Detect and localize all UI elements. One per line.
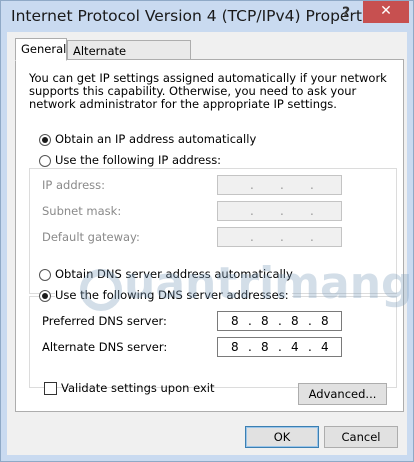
validate-label[interactable]: Validate settings upon exit xyxy=(61,381,214,395)
advanced-button[interactable]: Advanced... xyxy=(298,383,387,405)
alternate-dns-octet-4: 4 xyxy=(321,340,329,354)
ip-address-field[interactable]: . . . xyxy=(217,175,342,195)
help-icon[interactable]: ? xyxy=(332,3,360,23)
general-panel: You can get IP settings assigned automat… xyxy=(15,59,413,412)
ip-address-dot-2: . xyxy=(280,178,284,192)
gateway-dot-3: . xyxy=(310,230,314,244)
ok-button[interactable]: OK xyxy=(245,426,319,448)
alternate-dns-octet-2: 8 xyxy=(261,340,269,354)
alternate-dns-field[interactable]: 8 . 8 . 4 . 4 xyxy=(217,337,342,357)
alternate-dns-octet-3: 4 xyxy=(291,340,299,354)
subnet-dot-3: . xyxy=(310,204,314,218)
preferred-dns-label: Preferred DNS server: xyxy=(42,314,167,328)
close-icon[interactable]: ✕ xyxy=(363,1,409,23)
gateway-dot-1: . xyxy=(250,230,254,244)
dialog-client: General Alternate Configuration You can … xyxy=(7,32,413,455)
subnet-mask-label: Subnet mask: xyxy=(42,204,122,218)
tab-alternate-configuration[interactable]: Alternate Configuration xyxy=(67,40,191,78)
validate-checkbox[interactable] xyxy=(44,382,57,395)
cancel-button[interactable]: Cancel xyxy=(324,426,398,448)
ip-manual-label-text: Use the following IP address: xyxy=(55,153,222,167)
preferred-dns-octet-2: 8 xyxy=(261,314,269,328)
default-gateway-field[interactable]: . . . xyxy=(217,227,342,247)
subnet-dot-2: . xyxy=(280,204,284,218)
ip-address-dot-1: . xyxy=(250,178,254,192)
dns-manual-radio[interactable] xyxy=(39,290,51,302)
subnet-mask-field[interactable]: . . . xyxy=(217,201,342,221)
title-bar: Internet Protocol Version 4 (TCP/IPv4) P… xyxy=(1,1,413,33)
preferred-dns-field[interactable]: 8 . 8 . 8 . 8 xyxy=(217,311,342,331)
alternate-dns-label: Alternate DNS server: xyxy=(42,340,168,354)
description-text: You can get IP settings assigned automat… xyxy=(29,71,387,111)
dialog-window: Internet Protocol Version 4 (TCP/IPv4) P… xyxy=(0,0,414,462)
gateway-dot-2: . xyxy=(280,230,284,244)
watermark-text: uantrimang xyxy=(124,258,413,309)
subnet-dot-1: . xyxy=(250,204,254,218)
ip-manual-radio[interactable] xyxy=(39,155,51,167)
ip-address-dot-3: . xyxy=(310,178,314,192)
preferred-dns-octet-3: 8 xyxy=(291,314,299,328)
preferred-dns-octet-1: 8 xyxy=(231,314,239,328)
ip-auto-label[interactable]: Obtain an IP address automatically xyxy=(55,132,256,146)
ip-address-label: IP address: xyxy=(42,178,106,192)
ip-auto-radio[interactable] xyxy=(39,134,51,146)
preferred-dns-octet-4: 8 xyxy=(321,314,329,328)
ip-auto-label-text: Obtain an IP address automatically xyxy=(55,132,257,146)
dns-auto-radio[interactable] xyxy=(39,269,51,281)
tab-general[interactable]: General xyxy=(15,38,67,61)
alternate-dns-octet-1: 8 xyxy=(231,340,239,354)
window-title: Internet Protocol Version 4 (TCP/IPv4) P… xyxy=(11,7,384,25)
ip-manual-label[interactable]: Use the following IP address: xyxy=(55,153,225,167)
watermark-logo xyxy=(80,269,122,311)
default-gateway-label: Default gateway: xyxy=(42,230,140,244)
